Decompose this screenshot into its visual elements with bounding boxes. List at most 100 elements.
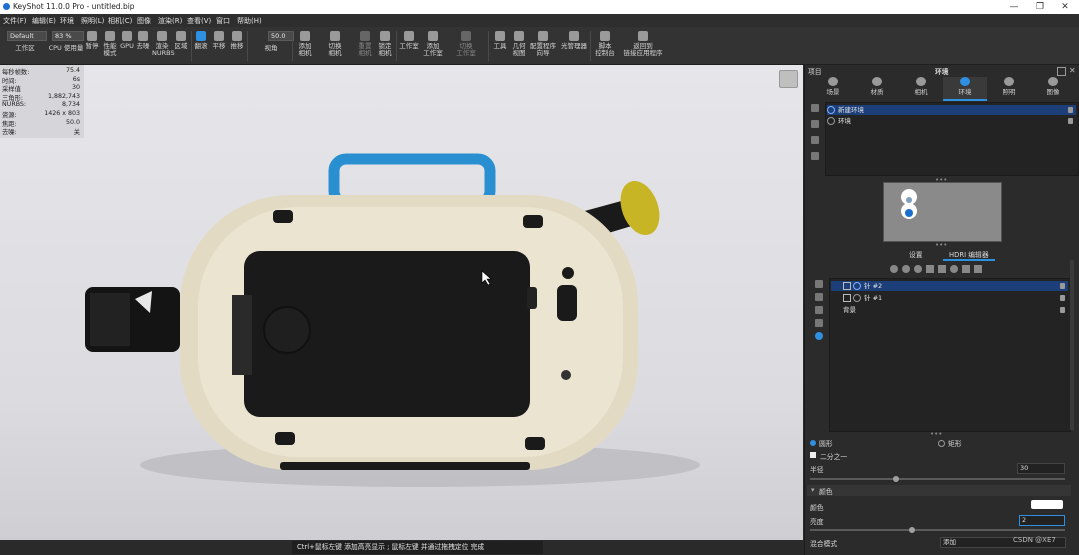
tools-button[interactable]: 工具: [491, 27, 509, 64]
back-to-app-icon: [638, 31, 648, 41]
brightness-slider[interactable]: [810, 529, 1065, 531]
color-swatch[interactable]: [1031, 500, 1063, 509]
tab-lighting[interactable]: 照明: [987, 77, 1031, 99]
camera-model-render[interactable]: [0, 65, 803, 540]
text-pin-icon[interactable]: [938, 265, 946, 273]
geometry-view-button[interactable]: 几何 视图: [510, 27, 528, 64]
radius-slider[interactable]: [810, 478, 1065, 480]
brightness-field[interactable]: 2: [1019, 515, 1065, 526]
menu-view[interactable]: 查看(V): [187, 16, 211, 26]
stat-row: 采样值 30: [2, 84, 82, 93]
pin-item[interactable]: 针 #1: [831, 293, 1068, 303]
menu-image[interactable]: 图像: [137, 16, 151, 26]
splitter-handle[interactable]: •••: [935, 241, 947, 249]
radius-slider-knob[interactable]: [893, 476, 899, 482]
move-down-icon[interactable]: [815, 306, 823, 314]
menu-camera[interactable]: 相机(C): [108, 16, 132, 26]
tab-camera[interactable]: 相机: [899, 77, 943, 99]
subtab-hdri-editor[interactable]: HDRI 编辑器: [943, 249, 995, 261]
menu-help[interactable]: 帮助(H): [237, 16, 262, 26]
panel-float-icon[interactable]: [1057, 67, 1066, 76]
main-toolbar: Default 工作区 83 % CPU 使用量 暂停 性能 模式 GPU 去噪…: [0, 27, 1079, 65]
tumble-button[interactable]: 翻滚: [193, 27, 209, 64]
splitter-handle[interactable]: •••: [930, 430, 942, 438]
project-panel: 项目 环境 ✕ 场景 材质 相机 环境 照明 图像 新建环境 环境 ••• ••…: [804, 65, 1079, 555]
pan-button[interactable]: 平移: [211, 27, 227, 64]
add-studio-button[interactable]: 添加 工作室: [422, 27, 444, 64]
brightness-slider-knob[interactable]: [909, 527, 915, 533]
screen-icon[interactable]: [815, 319, 823, 327]
rectangle-radio[interactable]: [938, 440, 945, 447]
add-camera-button[interactable]: 添加 相机: [295, 27, 315, 64]
workspace-select[interactable]: Default: [7, 31, 47, 41]
menu-render[interactable]: 渲染(R): [158, 16, 182, 26]
globe-icon[interactable]: [815, 332, 823, 340]
pin-visible-checkbox[interactable]: [843, 282, 851, 290]
render-viewport[interactable]: 每秒帧数: 75.4 时间: 6s 采样值 30 三角形: 1,882,743 NURBS: 8,…: [0, 65, 803, 540]
render-nurbs-button[interactable]: 渲染 NURBS: [152, 27, 175, 64]
panel-scrollbar[interactable]: [1070, 260, 1074, 430]
pause-button[interactable]: 暂停: [85, 27, 99, 64]
lock-camera-button[interactable]: 锁定 相机: [375, 27, 395, 64]
duplicate-environment-icon[interactable]: [811, 120, 819, 128]
tab-image[interactable]: 图像: [1031, 77, 1075, 99]
copy-environment-icon[interactable]: [811, 136, 819, 144]
hdri-preview[interactable]: [883, 182, 1002, 242]
menu-edit[interactable]: 编辑(E): [32, 16, 56, 26]
delete-pin-icon[interactable]: [815, 280, 823, 288]
radius-field[interactable]: 30: [1017, 463, 1065, 474]
viewport-settings-icon[interactable]: [779, 70, 798, 88]
dolly-button[interactable]: 推移: [229, 27, 245, 64]
studio-button[interactable]: 工作室: [398, 27, 420, 64]
switch-studio-button[interactable]: 切换 工作室: [455, 27, 477, 64]
reset-camera-button[interactable]: 重置 相机: [355, 27, 375, 64]
environment-item[interactable]: 环境: [827, 116, 1076, 126]
menu-environment[interactable]: 环境: [60, 16, 74, 26]
studio-label: 工作室: [399, 42, 419, 50]
tab-environment-label: 环境: [958, 88, 972, 96]
region-button[interactable]: 区域: [173, 27, 189, 64]
denoise-button[interactable]: 去噪: [135, 27, 151, 64]
pin-item[interactable]: 背景: [831, 305, 1068, 315]
gpu-button[interactable]: GPU: [120, 27, 134, 64]
delete-environment-icon[interactable]: [811, 152, 819, 160]
image-pin-icon[interactable]: [926, 265, 934, 273]
config-wizard-button[interactable]: 配置程序 向导: [530, 27, 556, 64]
layer-pin-icon[interactable]: [974, 265, 982, 273]
stat-value: 1426 x 803: [44, 110, 80, 117]
script-console-button[interactable]: 脚本 控制台: [594, 27, 616, 64]
title-bar: KeyShot 11.0.0 Pro - untitled.bip — ❐ ✕: [0, 0, 1079, 14]
pin-tool-icon[interactable]: [914, 265, 922, 273]
region-label: 区域: [174, 42, 188, 50]
tumble-label: 翻滚: [194, 42, 208, 50]
tab-material[interactable]: 材质: [855, 77, 899, 99]
move-up-icon[interactable]: [815, 293, 823, 301]
sun-pin-icon[interactable]: [950, 265, 958, 273]
performance-mode-button[interactable]: 性能 模式: [101, 27, 119, 64]
environment-item[interactable]: 新建环境: [827, 105, 1076, 115]
panel-close-icon[interactable]: ✕: [1069, 66, 1076, 75]
add-environment-icon[interactable]: [811, 104, 819, 112]
tab-environment[interactable]: 环境: [943, 77, 987, 101]
copy-pin-icon[interactable]: [962, 265, 970, 273]
tab-scene[interactable]: 场景: [811, 77, 855, 99]
cpu-usage-field[interactable]: 83 %: [52, 31, 84, 41]
fov-field[interactable]: 50.0: [268, 31, 294, 41]
back-to-app-button[interactable]: 返回到 链接应用程序: [620, 27, 666, 64]
menu-window[interactable]: 窗口: [216, 16, 230, 26]
menu-lighting[interactable]: 照明(L): [81, 16, 104, 26]
half-checkbox[interactable]: [810, 452, 816, 458]
subtab-settings[interactable]: 设置: [909, 249, 923, 259]
pin-tool-icon[interactable]: [902, 265, 910, 273]
switch-camera-button[interactable]: 切换 相机: [325, 27, 345, 64]
pin-label: 针 #2: [864, 282, 883, 290]
menu-file[interactable]: 文件(F): [3, 16, 27, 26]
env-item-label: 新建环境: [838, 106, 864, 114]
pin-visible-checkbox[interactable]: [843, 294, 851, 302]
pin-tool-icon[interactable]: [890, 265, 898, 273]
color-section-header[interactable]: ▾ 颜色: [807, 485, 1071, 496]
pin-item[interactable]: 针 #2: [831, 281, 1068, 291]
close-button[interactable]: ✕: [1050, 0, 1079, 14]
light-manager-button[interactable]: 光管理器: [560, 27, 588, 64]
circle-radio[interactable]: [810, 440, 816, 446]
